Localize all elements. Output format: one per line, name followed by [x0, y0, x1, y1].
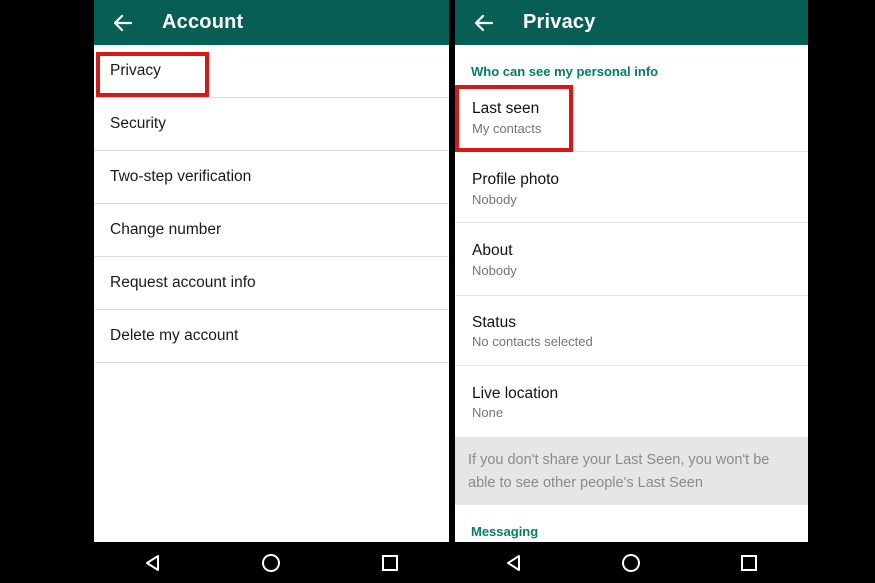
setting-value: Nobody	[472, 263, 517, 278]
account-title: Account	[162, 11, 244, 33]
setting-live-location[interactable]: Live location None	[455, 366, 808, 437]
setting-value: Nobody	[472, 192, 517, 207]
setting-about[interactable]: About Nobody	[455, 223, 808, 296]
menu-item-label: Delete my account	[110, 327, 239, 344]
privacy-title: Privacy	[523, 11, 596, 33]
section-header-messaging: Messaging	[471, 524, 539, 539]
setting-status[interactable]: Status No contacts selected	[455, 296, 808, 366]
menu-item-change-number[interactable]: Change number	[94, 204, 449, 257]
setting-label: Status	[472, 314, 516, 331]
account-app-bar: Account	[94, 0, 449, 45]
back-triangle-icon[interactable]	[494, 543, 534, 583]
setting-profile-photo[interactable]: Profile photo Nobody	[455, 152, 808, 223]
home-circle-icon[interactable]	[611, 543, 651, 583]
menu-item-privacy[interactable]: Privacy	[94, 45, 449, 98]
setting-label: Live location	[472, 385, 559, 402]
setting-value: None	[472, 405, 504, 420]
setting-value: My contacts	[472, 121, 542, 136]
setting-label: Last seen	[472, 100, 540, 117]
menu-item-request-account-info[interactable]: Request account info	[94, 257, 449, 310]
menu-item-delete-my-account[interactable]: Delete my account	[94, 310, 449, 363]
home-circle-icon[interactable]	[251, 543, 291, 583]
arrow-left-icon[interactable]	[110, 10, 136, 36]
setting-label: Profile photo	[472, 171, 560, 188]
recents-square-icon[interactable]	[729, 543, 769, 583]
menu-item-label: Change number	[110, 221, 222, 238]
menu-item-security[interactable]: Security	[94, 98, 449, 151]
menu-item-label: Security	[110, 115, 166, 132]
section-header-personal-info: Who can see my personal info	[471, 64, 659, 79]
last-seen-info-note: If you don't share your Last Seen, you w…	[455, 437, 808, 505]
privacy-nav-bar	[455, 542, 808, 583]
menu-item-two-step-verification[interactable]: Two-step verification	[94, 151, 449, 204]
menu-item-label: Privacy	[110, 62, 161, 79]
privacy-screen: Privacy Who can see my personal info Las…	[455, 0, 808, 583]
menu-item-label: Two-step verification	[110, 168, 252, 185]
back-triangle-icon[interactable]	[133, 543, 173, 583]
account-screen: Account Privacy Security Two-step verifi…	[94, 0, 449, 583]
setting-last-seen[interactable]: Last seen My contacts	[455, 84, 808, 152]
setting-value: No contacts selected	[472, 334, 593, 349]
privacy-app-bar: Privacy	[455, 0, 808, 45]
menu-item-label: Request account info	[110, 274, 256, 291]
account-nav-bar	[94, 542, 449, 583]
arrow-left-icon[interactable]	[471, 10, 497, 36]
recents-square-icon[interactable]	[370, 543, 410, 583]
setting-label: About	[472, 242, 513, 259]
